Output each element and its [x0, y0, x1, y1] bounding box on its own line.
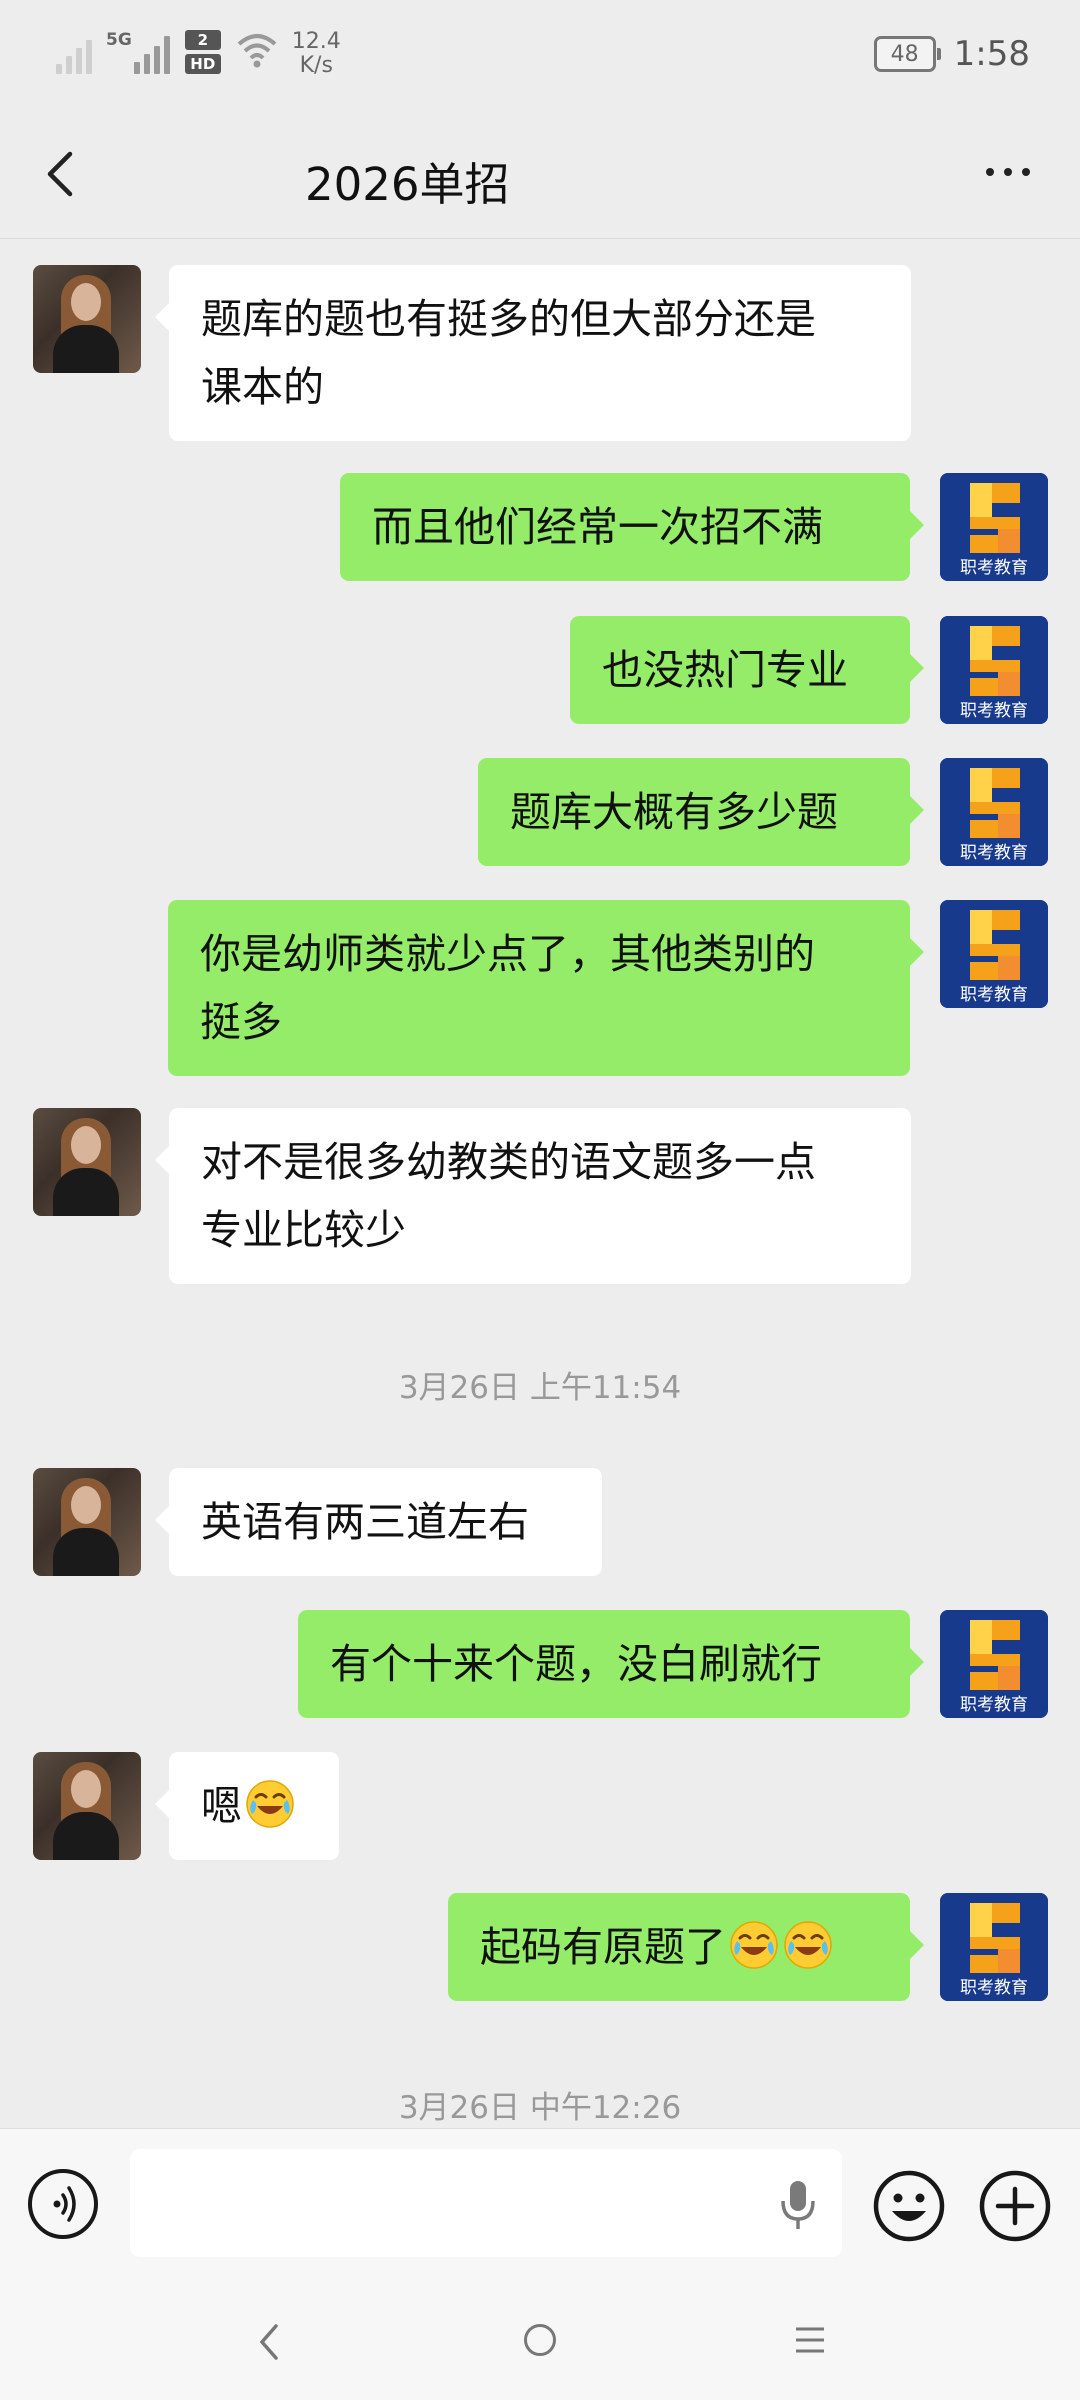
battery-level: 48 — [890, 41, 919, 67]
my-avatar[interactable]: 职考教育 — [940, 473, 1048, 581]
my-avatar[interactable]: 职考教育 — [940, 1893, 1048, 2001]
avatar-logo-text: 职考教育 — [960, 843, 1028, 863]
nav-home-icon[interactable] — [524, 2324, 556, 2356]
signal-sim2-icon — [133, 30, 170, 74]
chat-header: 2026单招 — [0, 110, 1080, 239]
contact-avatar[interactable] — [33, 1108, 141, 1216]
emoji-icon[interactable] — [872, 2169, 946, 2243]
message-text: 课本的 — [201, 363, 324, 411]
message-text: 有个十来个题，没白刷就行 — [330, 1640, 822, 1688]
status-bar: 5G 2 HD 12.4 K/s 48 1:58 — [0, 0, 1080, 110]
message-text: 专业比较少 — [201, 1206, 406, 1254]
status-left: 5G 2 HD 12.4 K/s — [56, 30, 341, 78]
message-bubble[interactable]: 题库的题也有挺多的但大部分还是 课本的 — [155, 265, 911, 441]
system-nav-bar — [0, 2280, 1080, 2400]
timestamp: 3月26日 中午12:26 — [398, 2090, 682, 2126]
microphone-icon[interactable] — [778, 2179, 818, 2231]
hd-label: HD — [184, 54, 221, 74]
hd-badge: 2 HD — [184, 30, 222, 74]
my-avatar[interactable]: 职考教育 — [940, 1610, 1048, 1718]
message-text: 题库大概有多少题 — [510, 788, 838, 836]
my-avatar[interactable]: 职考教育 — [940, 616, 1048, 724]
laughing-crying-emoji-icon — [784, 1921, 832, 1969]
message-text: 起码有原题了 — [480, 1923, 726, 1971]
net-speed: 12.4 K/s — [292, 30, 341, 78]
network-type: 5G — [106, 30, 132, 50]
incoming-message: 题库的题也有挺多的但大部分还是 课本的 — [0, 265, 1080, 441]
status-right: 48 1:58 — [873, 34, 1030, 74]
signal-sim1-icon — [56, 30, 92, 74]
message-text: 挺多 — [200, 998, 282, 1046]
message-bubble[interactable]: 有个十来个题，没白刷就行 — [298, 1610, 924, 1718]
message-bubble[interactable]: 起码有原题了 — [448, 1893, 924, 2001]
message-bubble[interactable]: 对不是很多幼教类的语文题多一点 专业比较少 — [155, 1108, 911, 1284]
contact-avatar[interactable] — [33, 1752, 141, 1860]
nav-menu-icon[interactable] — [794, 2326, 826, 2354]
message-text: 也没热门专业 — [602, 646, 848, 694]
timestamp: 3月26日 上午11:54 — [398, 1370, 682, 1406]
voice-icon[interactable] — [28, 2169, 98, 2239]
laughing-crying-emoji-icon — [730, 1921, 778, 1969]
contact-avatar[interactable] — [33, 1468, 141, 1576]
plus-icon[interactable] — [978, 2169, 1052, 2243]
message-text: 英语有两三道左右 — [201, 1498, 529, 1546]
message-bubble[interactable]: 你是幼师类就少点了，其他类别的 挺多 — [168, 900, 924, 1076]
battery-icon: 48 — [873, 36, 941, 72]
avatar-logo-text: 职考教育 — [960, 701, 1028, 721]
more-dots-icon[interactable] — [986, 168, 1030, 176]
message-bubble[interactable]: 嗯 — [155, 1752, 339, 1860]
avatar-logo-text: 职考教育 — [960, 558, 1028, 578]
avatar-logo-text: 职考教育 — [960, 1978, 1028, 1998]
clock: 1:58 — [953, 34, 1030, 74]
avatar-logo-text: 职考教育 — [960, 985, 1028, 1005]
message-input[interactable] — [130, 2149, 842, 2257]
incoming-message: 对不是很多幼教类的语文题多一点 专业比较少 — [0, 1108, 1080, 1284]
my-avatar[interactable]: 职考教育 — [940, 758, 1048, 866]
back-arrow-icon[interactable] — [40, 150, 80, 198]
message-bubble[interactable]: 而且他们经常一次招不满 — [340, 473, 924, 581]
avatar-logo-text: 职考教育 — [960, 1695, 1028, 1715]
message-text: 题库的题也有挺多的但大部分还是 — [201, 295, 816, 343]
message-text: 你是幼师类就少点了，其他类别的 — [200, 930, 815, 978]
message-bubble[interactable]: 也没热门专业 — [570, 616, 924, 724]
wifi-icon — [237, 34, 277, 68]
laughing-crying-emoji-icon — [246, 1780, 294, 1828]
input-bar — [0, 2128, 1080, 2281]
message-bubble[interactable]: 英语有两三道左右 — [155, 1468, 602, 1576]
message-bubble[interactable]: 题库大概有多少题 — [478, 758, 924, 866]
chat-title: 2026单招 — [305, 158, 510, 211]
incoming-message: 嗯 — [0, 1752, 1080, 1860]
message-text: 而且他们经常一次招不满 — [372, 503, 823, 551]
message-text: 嗯 — [201, 1782, 242, 1830]
net-speed-value: 12.4 — [291, 29, 341, 54]
message-text: 对不是很多幼教类的语文题多一点 — [201, 1138, 816, 1186]
my-avatar[interactable]: 职考教育 — [940, 900, 1048, 1008]
net-speed-unit: K/s — [299, 53, 333, 78]
incoming-message: 英语有两三道左右 — [0, 1468, 1080, 1576]
contact-avatar[interactable] — [33, 265, 141, 373]
sim2-badge: 2 — [184, 30, 221, 50]
nav-back-icon[interactable] — [256, 2322, 284, 2362]
